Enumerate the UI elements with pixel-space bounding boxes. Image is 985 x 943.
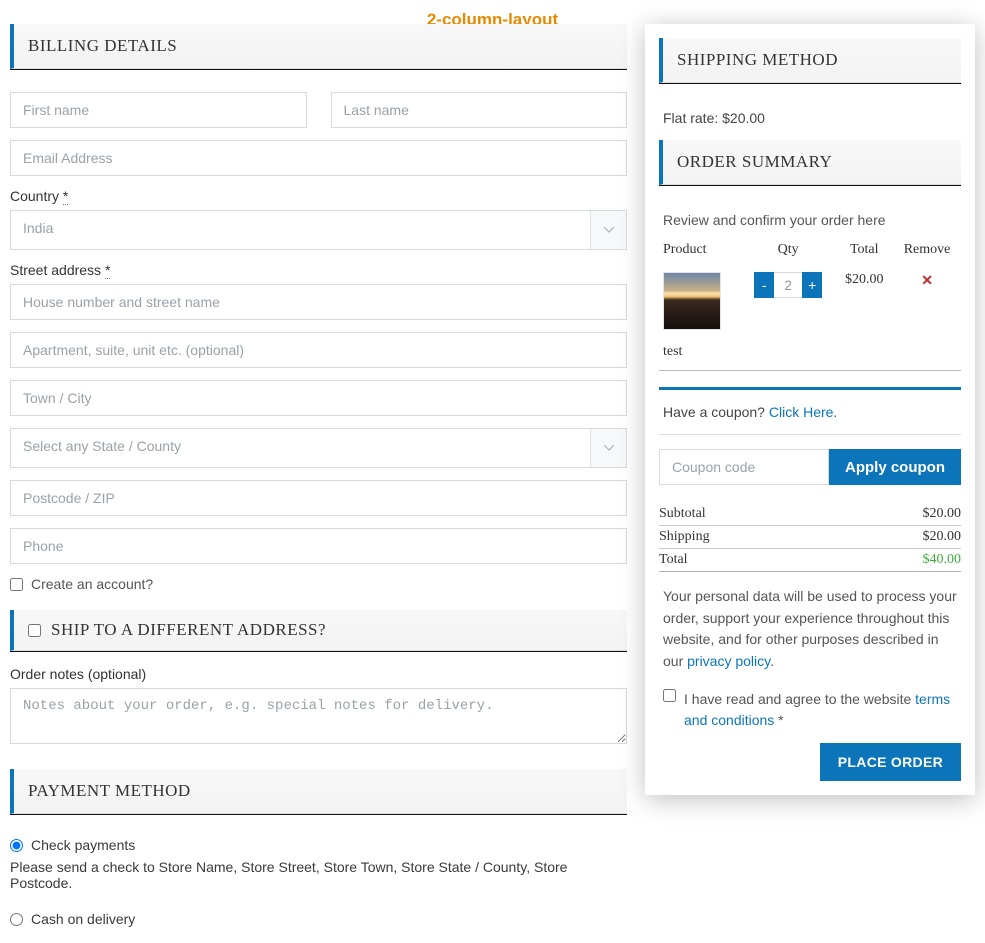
cart-table: Product Qty Total Remove - +	[659, 232, 961, 371]
subtotal-label: Subtotal	[659, 506, 706, 522]
privacy-note: Your personal data will be used to proce…	[659, 572, 961, 677]
country-label: Country *	[10, 188, 627, 204]
country-select-value: India	[11, 211, 590, 249]
order-notes-label: Order notes (optional)	[10, 666, 627, 682]
divider	[659, 83, 961, 84]
coupon-prompt: Have a coupon? Click Here.	[659, 387, 961, 435]
ship-different-label: SHIP TO A DIFFERENT ADDRESS?	[51, 620, 326, 640]
required-asterisk: *	[63, 188, 68, 205]
chevron-down-icon	[590, 211, 626, 249]
shipping-method-heading: SHIPPING METHOD	[659, 38, 961, 83]
col-product: Product	[659, 232, 741, 268]
totals-block: Subtotal $20.00 Shipping $20.00 Total $40.0…	[659, 503, 961, 572]
place-order-button[interactable]: PLACE ORDER	[820, 743, 961, 781]
country-select[interactable]: India	[10, 210, 627, 250]
street1-input[interactable]	[10, 284, 627, 320]
qty-plus-button[interactable]: +	[802, 272, 822, 298]
payment-cod-label: Cash on delivery	[31, 911, 135, 927]
coupon-toggle-link[interactable]: Click Here.	[769, 404, 837, 420]
subtotal-value: $20.00	[923, 506, 962, 522]
divider	[10, 69, 627, 70]
required-asterisk: *	[105, 262, 110, 279]
last-name-input[interactable]	[331, 92, 628, 128]
cart-row: - + $20.00 ✕	[659, 268, 961, 340]
ship-different-checkbox[interactable]	[28, 624, 41, 637]
product-name: test	[659, 340, 961, 371]
payment-check-desc: Please send a check to Store Name, Store…	[10, 859, 627, 891]
qty-input[interactable]	[774, 272, 802, 298]
terms-checkbox[interactable]	[663, 689, 676, 702]
phone-input[interactable]	[10, 528, 627, 564]
billing-column: BILLING DETAILS Country * India Street a…	[10, 24, 627, 933]
state-select-placeholder: Select any State / County	[11, 429, 590, 467]
summary-column: SHIPPING METHOD Flat rate: $20.00 ORDER …	[645, 24, 975, 795]
total-value: $40.00	[923, 552, 962, 568]
coupon-prompt-text: Have a coupon?	[663, 404, 769, 420]
order-summary-heading: ORDER SUMMARY	[659, 140, 961, 185]
terms-text: I have read and agree to the website ter…	[684, 689, 957, 731]
order-notes-textarea[interactable]	[10, 688, 627, 744]
postcode-input[interactable]	[10, 480, 627, 516]
create-account-label: Create an account?	[31, 576, 153, 592]
col-total: Total	[835, 232, 893, 268]
street-label: Street address *	[10, 262, 627, 278]
payment-check-radio[interactable]	[10, 839, 23, 852]
coupon-input[interactable]	[659, 449, 829, 485]
review-text: Review and confirm your order here	[659, 200, 961, 232]
cart-row-name: test	[659, 340, 961, 371]
shipping-value: $20.00	[923, 529, 962, 545]
divider	[10, 651, 627, 652]
divider	[10, 814, 627, 815]
state-select[interactable]: Select any State / County	[10, 428, 627, 468]
shipping-method-line: Flat rate: $20.00	[659, 98, 961, 140]
create-account-checkbox[interactable]	[10, 578, 23, 591]
ship-different-heading: SHIP TO A DIFFERENT ADDRESS?	[10, 610, 627, 651]
payment-heading: PAYMENT METHOD	[10, 769, 627, 814]
city-input[interactable]	[10, 380, 627, 416]
payment-check-label: Check payments	[31, 837, 135, 853]
apply-coupon-button[interactable]: Apply coupon	[829, 449, 961, 485]
first-name-input[interactable]	[10, 92, 307, 128]
col-remove: Remove	[893, 232, 961, 268]
shipping-label: Shipping	[659, 529, 710, 545]
qty-minus-button[interactable]: -	[754, 272, 774, 298]
email-input[interactable]	[10, 140, 627, 176]
street2-input[interactable]	[10, 332, 627, 368]
qty-stepper: - +	[745, 272, 831, 298]
divider	[659, 185, 961, 186]
payment-cod-radio[interactable]	[10, 913, 23, 926]
col-qty: Qty	[741, 232, 835, 268]
line-total: $20.00	[835, 268, 893, 340]
billing-heading: BILLING DETAILS	[10, 24, 627, 69]
product-thumb[interactable]	[663, 272, 721, 330]
chevron-down-icon	[590, 429, 626, 467]
privacy-link[interactable]: privacy policy	[687, 653, 770, 669]
total-label: Total	[659, 552, 688, 568]
remove-button[interactable]: ✕	[893, 268, 961, 340]
